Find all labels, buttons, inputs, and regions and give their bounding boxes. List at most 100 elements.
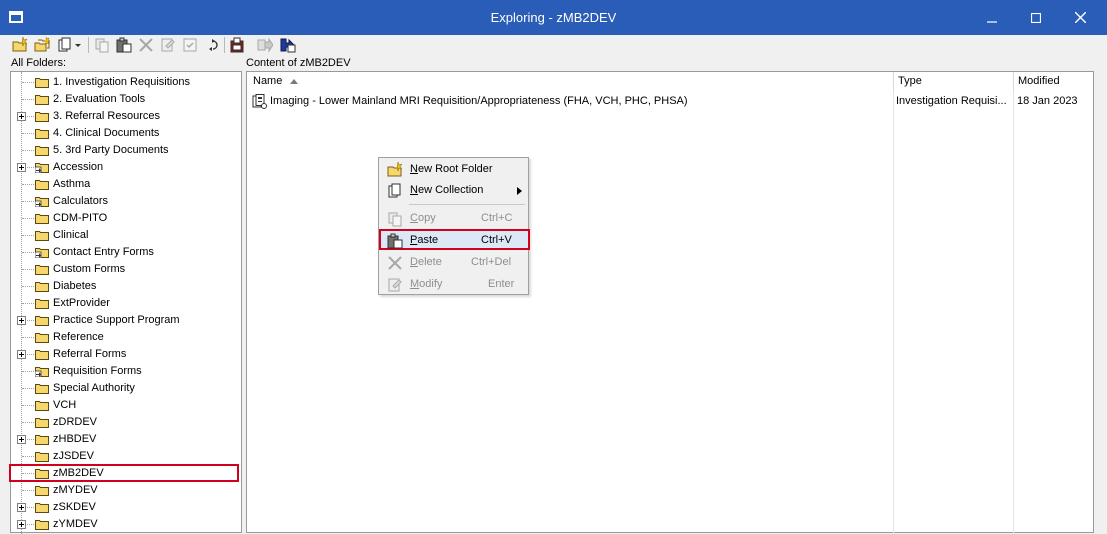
tree-item-calculators[interactable]: Calculators [11,193,241,210]
tree-connector [22,82,34,83]
all-folders-label: All Folders: [11,57,67,69]
minimize-button[interactable] [969,0,1015,35]
tree-item-contact-entry-forms[interactable]: Contact Entry Forms [11,244,241,261]
tree-item-5-3rd-party-documents[interactable]: 5. 3rd Party Documents [11,142,241,159]
paste-icon[interactable] [116,37,132,53]
expand-plus-icon[interactable] [17,503,26,512]
tree-item-zskdev[interactable]: zSKDEV [11,499,241,516]
folder-icon [35,299,49,309]
copy-icon[interactable] [94,37,110,53]
menu-item-copy[interactable]: Copy Ctrl+C [381,208,528,229]
menu-item-delete[interactable]: Delete Ctrl+Del [381,252,528,273]
shared-folder-icon [35,163,49,173]
tree-item-vch[interactable]: VCH [11,397,241,414]
tree-connector [22,133,34,134]
tree-item-label: Referral Forms [53,348,127,360]
folder-icon [35,503,49,513]
refresh-icon[interactable] [204,37,220,53]
tree-item-requisition-forms[interactable]: Requisition Forms [11,363,241,380]
tree-item-asthma[interactable]: Asthma [11,176,241,193]
tree-item-4-clinical-documents[interactable]: 4. Clinical Documents [11,125,241,142]
tree-item-zdrdev[interactable]: zDRDEV [11,414,241,431]
file-type: Investigation Requisi... [896,95,1007,107]
tree-item-special-authority[interactable]: Special Authority [11,380,241,397]
content-label: Content of zMB2DEV [246,57,351,69]
tree-connector [22,235,34,236]
move-icon[interactable] [257,37,273,53]
expand-plus-icon[interactable] [17,435,26,444]
tree-item-3-referral-resources[interactable]: 3. Referral Resources [11,108,241,125]
tree-item-zmb2dev[interactable]: zMB2DEV [9,464,241,482]
tree-item-label: 1. Investigation Requisitions [53,76,190,88]
properties-icon[interactable] [182,37,198,53]
menu-shortcut: Enter [488,278,515,290]
modify-icon[interactable] [160,37,176,53]
menu-shortcut: Ctrl+V [481,234,512,246]
tree-connector [22,405,34,406]
new-folder-icon[interactable] [12,37,28,53]
expand-plus-icon[interactable] [17,316,26,325]
maximize-button[interactable] [1013,0,1059,35]
expand-plus-icon[interactable] [17,112,26,121]
menu-separator [409,204,525,205]
tree-item-1-investigation-requisitions[interactable]: 1. Investigation Requisitions [11,74,241,91]
file-name: Imaging - Lower Mainland MRI Requisition… [270,95,688,107]
column-header-type[interactable]: Type [893,72,1014,90]
toolbar-separator [88,37,89,53]
menu-item-new-collection[interactable]: New Collection [381,180,528,201]
expand-plus-icon[interactable] [17,350,26,359]
tree-connector [22,388,34,389]
move-to-folder-icon[interactable] [280,37,296,53]
tree-item-accession[interactable]: Accession [11,159,241,176]
tree-item-label: zHBDEV [53,433,97,445]
folder-icon [35,350,49,360]
folder-tree[interactable]: 1. Investigation Requisitions 2. Evaluati… [9,71,242,534]
tree-item-referral-forms[interactable]: Referral Forms [11,346,241,363]
form-document-icon [252,94,267,109]
tree-item-practice-support-program[interactable]: Practice Support Program [11,312,241,329]
menu-item-new-root-folder[interactable]: New Root Folder [381,159,528,180]
tree-connector [22,303,34,304]
delete-icon[interactable] [138,37,154,53]
tree-item-reference[interactable]: Reference [11,329,241,346]
column-header-name[interactable]: Name [247,72,893,90]
tree-item-diabetes[interactable]: Diabetes [11,278,241,295]
column-name-label: Name [253,75,283,87]
expand-plus-icon[interactable] [17,520,26,529]
menu-item-paste[interactable]: Paste Ctrl+V [379,229,530,250]
tree-item-label: 4. Clinical Documents [53,127,160,139]
menu-item-modify[interactable]: Modify Enter [381,274,528,295]
menu-label: Delete [410,256,442,268]
tree-item-label: zMYDEV [53,484,98,496]
tree-item-label: zJSDEV [53,450,94,462]
tree-item-zjsdev[interactable]: zJSDEV [11,448,241,465]
tree-item-label: Reference [53,331,104,343]
tree-item-label: Custom Forms [53,263,126,275]
folder-icon [35,418,49,428]
tree-item-cdm-pito[interactable]: CDM-PITO [11,210,241,227]
tree-item-extprovider[interactable]: ExtProvider [11,295,241,312]
dropdown-arrow-icon[interactable] [73,37,83,53]
tree-item-clinical[interactable]: Clinical [11,227,241,244]
folder-icon [35,214,49,224]
tree-item-zymdev[interactable]: zYMDEV [11,516,241,533]
new-document-icon[interactable] [57,37,73,53]
expand-plus-icon[interactable] [17,163,26,172]
sort-ascending-icon [290,79,298,84]
tree-item-label: 3. Referral Resources [53,110,160,122]
column-header-modified[interactable]: Modified [1013,72,1094,90]
tree-item-zmydev[interactable]: zMYDEV [11,482,241,499]
close-icon [1074,12,1086,23]
folder-icon [35,231,49,241]
close-button[interactable] [1057,0,1103,35]
tree-item-2-evaluation-tools[interactable]: 2. Evaluation Tools [11,91,241,108]
content-list[interactable]: Name Type Modified Imaging - Lower Mainl… [246,71,1094,534]
tree-item-zhbdev[interactable]: zHBDEV [11,431,241,448]
table-row[interactable]: Imaging - Lower Mainland MRI Requisition… [247,93,1093,110]
new-collection-icon[interactable] [34,37,50,53]
folder-icon [35,112,49,122]
export-icon[interactable] [230,37,246,53]
shared-folder-icon [35,248,49,258]
tree-item-label: 5. 3rd Party Documents [53,144,169,156]
tree-item-custom-forms[interactable]: Custom Forms [11,261,241,278]
